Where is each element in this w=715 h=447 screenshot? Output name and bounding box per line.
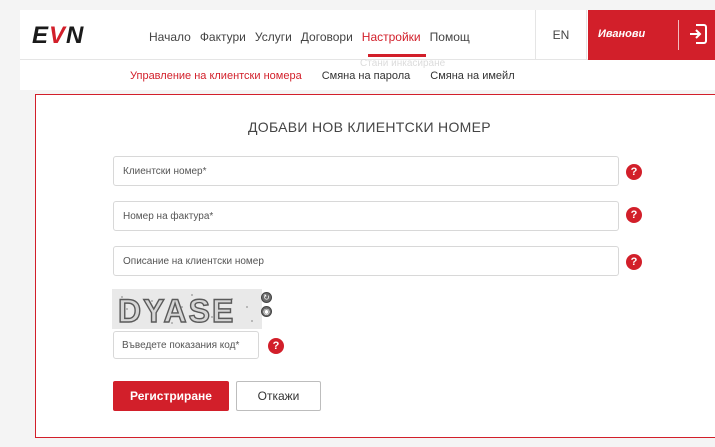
captcha-refresh-icon[interactable]: ↻	[261, 292, 272, 303]
nav-item-help[interactable]: Помощ	[430, 30, 470, 44]
logout-icon[interactable]	[688, 23, 708, 45]
subnav-item-change-password[interactable]: Смяна на парола	[322, 70, 411, 82]
user-account-button[interactable]: Иванови	[588, 10, 715, 60]
logo-letter-v: V	[49, 22, 67, 49]
description-input[interactable]	[113, 246, 619, 276]
nav-item-settings[interactable]: Настройки	[362, 30, 421, 44]
add-client-number-form: ДОБАВИ НОВ КЛИЕНТСКИ НОМЕР ? ? ? DYASE ↻…	[35, 94, 715, 438]
top-header: EVN Начало Фактури Услуги Договори Настр…	[20, 10, 715, 60]
captcha-code-input[interactable]	[113, 331, 259, 359]
nav-item-services[interactable]: Услуги	[255, 30, 292, 44]
ghost-text: Стани инкасиране	[360, 58, 446, 69]
register-button[interactable]: Регистриране	[113, 381, 229, 411]
settings-subnav: Стани инкасиране Управление на клиентски…	[20, 58, 715, 90]
form-title: ДОБАВИ НОВ КЛИЕНТСКИ НОМЕР	[248, 119, 491, 135]
page-background	[0, 0, 20, 447]
client-number-help-icon[interactable]: ?	[626, 164, 642, 180]
nav-item-home[interactable]: Начало	[149, 30, 191, 44]
user-name[interactable]: Иванови	[598, 28, 645, 40]
subnav-item-change-email[interactable]: Смяна на имейл	[430, 70, 514, 82]
logo-letter-n: N	[66, 22, 85, 49]
user-divider	[678, 20, 679, 50]
logo-letter-e: E	[32, 22, 50, 49]
nav-item-contracts[interactable]: Договори	[301, 30, 353, 44]
invoice-number-help-icon[interactable]: ?	[626, 207, 642, 223]
captcha-image: DYASE	[112, 289, 262, 329]
invoice-number-input[interactable]	[113, 201, 619, 231]
active-nav-indicator	[368, 54, 426, 57]
captcha-help-icon[interactable]: ?	[268, 338, 284, 354]
description-help-icon[interactable]: ?	[626, 254, 642, 270]
main-nav: Начало Фактури Услуги Договори Настройки…	[149, 30, 479, 44]
subnav-item-client-numbers[interactable]: Управление на клиентски номера	[130, 70, 302, 82]
captcha-audio-icon[interactable]: ◉	[261, 306, 272, 317]
cancel-button[interactable]: Откажи	[236, 381, 321, 411]
nav-item-invoices[interactable]: Фактури	[200, 30, 246, 44]
captcha-text: DYASE	[118, 293, 235, 329]
evn-logo[interactable]: EVN	[32, 22, 84, 50]
language-switch[interactable]: EN	[535, 10, 587, 60]
client-number-input[interactable]	[113, 156, 619, 186]
